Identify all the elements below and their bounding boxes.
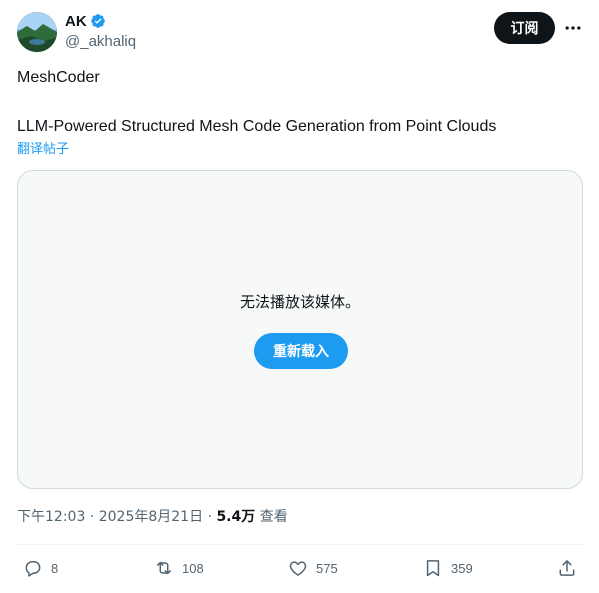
share-button[interactable] <box>557 558 577 578</box>
tweet-date[interactable]: 2025年8月21日 <box>99 509 203 525</box>
bookmark-button[interactable]: 359 <box>423 558 473 578</box>
bookmark-icon <box>426 560 440 577</box>
avatar[interactable] <box>17 12 57 52</box>
retweet-count: 108 <box>182 560 204 576</box>
bookmark-count: 359 <box>451 560 473 576</box>
subscribe-button[interactable]: 订阅 <box>494 12 555 44</box>
reply-count: 8 <box>51 560 59 576</box>
tweet-text-title: MeshCoder <box>17 69 100 86</box>
reply-button[interactable]: 8 <box>23 558 58 578</box>
tweet-meta: 下午12:03 · 2025年8月21日 · 5.4万 查看 <box>17 508 288 526</box>
translate-post-link[interactable]: 翻译帖子 <box>17 142 69 158</box>
tweet-text-body: LLM-Powered Structured Mesh Code Generat… <box>17 118 497 135</box>
author-handle[interactable]: @_akhaliq <box>65 33 136 51</box>
media-error-message: 无法播放该媒体。 <box>239 293 360 311</box>
meta-separator: · <box>89 509 99 525</box>
action-divider <box>17 544 583 545</box>
reply-icon <box>25 561 41 577</box>
author-display-name[interactable]: AK <box>65 13 87 31</box>
tweet-time[interactable]: 下午12:03 <box>17 509 85 525</box>
share-icon <box>559 560 575 576</box>
views-count: 5.4万 <box>216 509 256 525</box>
verified-badge-icon <box>91 14 105 28</box>
reload-media-button[interactable]: 重新载入 <box>254 333 348 369</box>
like-count: 575 <box>316 560 338 576</box>
like-button[interactable]: 575 <box>288 558 338 578</box>
views-label: 查看 <box>259 509 288 525</box>
avatar-image <box>17 12 57 52</box>
retweet-button[interactable]: 108 <box>154 558 204 578</box>
more-horizontal-icon[interactable] <box>563 18 583 38</box>
retweet-icon <box>157 561 171 575</box>
media-container: 无法播放该媒体。 重新载入 <box>17 170 583 489</box>
heart-icon <box>289 561 307 576</box>
